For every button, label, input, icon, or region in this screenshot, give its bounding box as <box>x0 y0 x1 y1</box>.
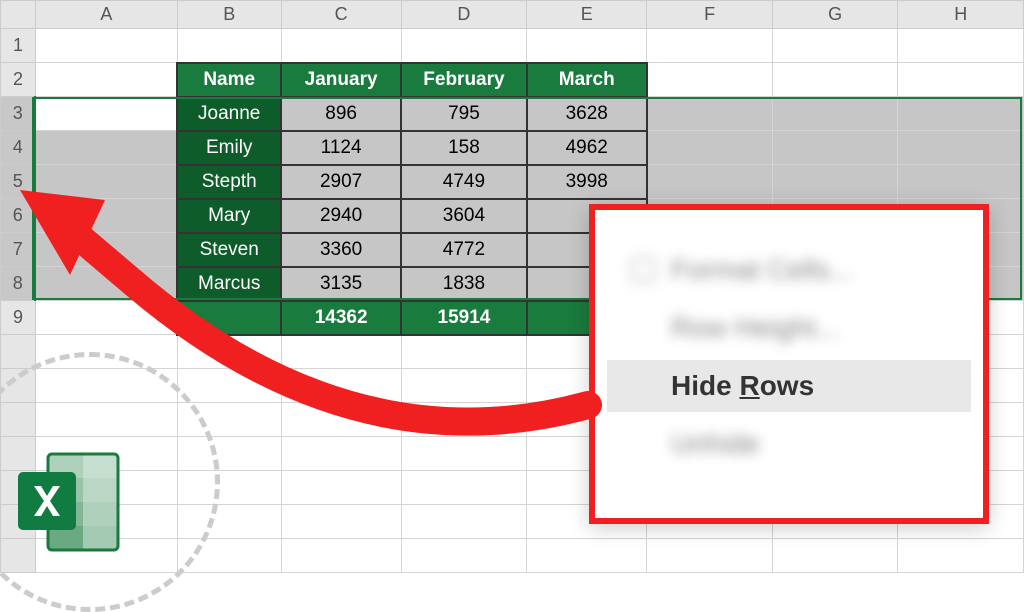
row-header-5[interactable]: 5 <box>1 165 36 199</box>
value-cell[interactable]: 3998 <box>527 165 647 199</box>
value-cell[interactable]: 158 <box>401 131 527 165</box>
row-3[interactable]: 3 Joanne 896 795 3628 <box>1 97 1024 131</box>
col-header-F[interactable]: F <box>647 1 773 29</box>
col-header-G[interactable]: G <box>772 1 898 29</box>
name-cell[interactable]: Mary <box>177 199 281 233</box>
menu-unhide[interactable]: Unhide <box>607 418 971 470</box>
select-all-corner[interactable] <box>1 1 36 29</box>
value-cell[interactable]: 3604 <box>401 199 527 233</box>
name-cell[interactable]: Marcus <box>177 267 281 301</box>
value-cell[interactable]: 795 <box>401 97 527 131</box>
row-header-4[interactable]: 4 <box>1 131 36 165</box>
table-header-feb[interactable]: February <box>401 63 527 97</box>
value-cell[interactable]: 4749 <box>401 165 527 199</box>
row-header-1[interactable]: 1 <box>1 29 36 63</box>
row-1[interactable]: 1 <box>1 29 1024 63</box>
context-menu[interactable]: Format Cells... Row Height... Hide Rows … <box>589 204 989 524</box>
menu-row-height[interactable]: Row Height... <box>607 302 971 354</box>
value-cell[interactable]: 2907 <box>281 165 401 199</box>
row-header-6[interactable]: 6 <box>1 199 36 233</box>
value-cell[interactable]: 2940 <box>281 199 401 233</box>
row-header-8[interactable]: 8 <box>1 267 36 301</box>
format-cells-icon <box>631 258 655 282</box>
row-header-7[interactable]: 7 <box>1 233 36 267</box>
value-cell[interactable]: 3135 <box>281 267 401 301</box>
col-header-B[interactable]: B <box>177 1 281 29</box>
value-cell[interactable]: 1124 <box>281 131 401 165</box>
col-header-A[interactable]: A <box>35 1 177 29</box>
menu-hide-rows-label: Hide Rows <box>671 370 814 402</box>
value-cell[interactable]: 3360 <box>281 233 401 267</box>
col-header-C[interactable]: C <box>281 1 401 29</box>
total-name[interactable] <box>177 301 281 335</box>
col-header-D[interactable]: D <box>401 1 527 29</box>
total-feb[interactable]: 15914 <box>401 301 527 335</box>
table-header-jan[interactable]: January <box>281 63 401 97</box>
table-header-mar[interactable]: March <box>527 63 647 97</box>
value-cell[interactable]: 3628 <box>527 97 647 131</box>
name-cell[interactable]: Emily <box>177 131 281 165</box>
row-5[interactable]: 5 Stepth 2907 4749 3998 <box>1 165 1024 199</box>
excel-logo-icon <box>10 442 130 562</box>
row-header-2[interactable]: 2 <box>1 63 36 97</box>
row-header-3[interactable]: 3 <box>1 97 36 131</box>
row-2[interactable]: 2 Name January February March <box>1 63 1024 97</box>
column-headers: A B C D E F G H <box>1 1 1024 29</box>
table-header-name[interactable]: Name <box>177 63 281 97</box>
row-4[interactable]: 4 Emily 1124 158 4962 <box>1 131 1024 165</box>
col-header-E[interactable]: E <box>527 1 647 29</box>
col-header-H[interactable]: H <box>898 1 1024 29</box>
name-cell[interactable]: Steven <box>177 233 281 267</box>
total-jan[interactable]: 14362 <box>281 301 401 335</box>
value-cell[interactable]: 4772 <box>401 233 527 267</box>
row-header-9[interactable]: 9 <box>1 301 36 335</box>
value-cell[interactable]: 1838 <box>401 267 527 301</box>
menu-hide-rows[interactable]: Hide Rows <box>607 360 971 412</box>
value-cell[interactable]: 4962 <box>527 131 647 165</box>
name-cell[interactable]: Stepth <box>177 165 281 199</box>
value-cell[interactable]: 896 <box>281 97 401 131</box>
name-cell[interactable]: Joanne <box>177 97 281 131</box>
menu-format-cells[interactable]: Format Cells... <box>607 244 971 296</box>
